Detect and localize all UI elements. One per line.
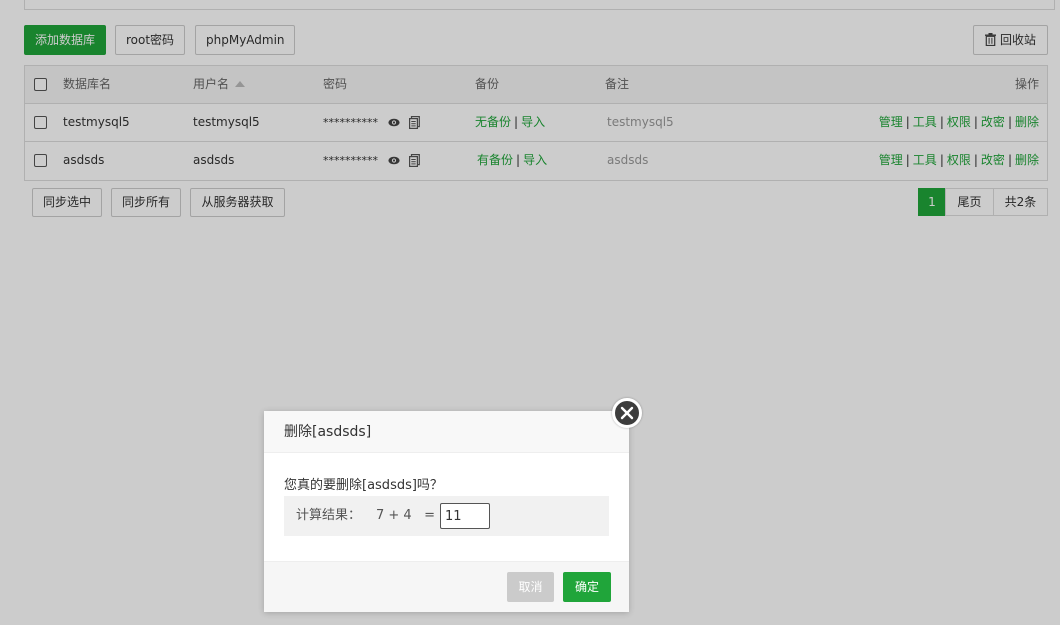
delete-confirm-dialog: 删除[asdsds] 您真的要删除[asdsds]吗？ 计算结果： 7 + 4 … xyxy=(264,411,629,612)
cancel-button[interactable]: 取消 xyxy=(507,572,554,602)
captcha-label: 计算结果： xyxy=(296,508,362,523)
captcha-box: 计算结果： 7 + 4 = xyxy=(284,496,609,536)
close-icon xyxy=(620,406,634,420)
dialog-title: 删除[asdsds] xyxy=(264,411,629,453)
dialog-message: 您真的要删除[asdsds]吗？ xyxy=(284,478,443,493)
confirm-button[interactable]: 确定 xyxy=(563,572,611,602)
captcha-answer-input[interactable] xyxy=(440,503,490,529)
dialog-close-button[interactable] xyxy=(612,398,642,428)
captcha-expression: 7 + 4 = xyxy=(376,508,435,523)
dialog-footer: 取消 确定 xyxy=(264,561,629,612)
